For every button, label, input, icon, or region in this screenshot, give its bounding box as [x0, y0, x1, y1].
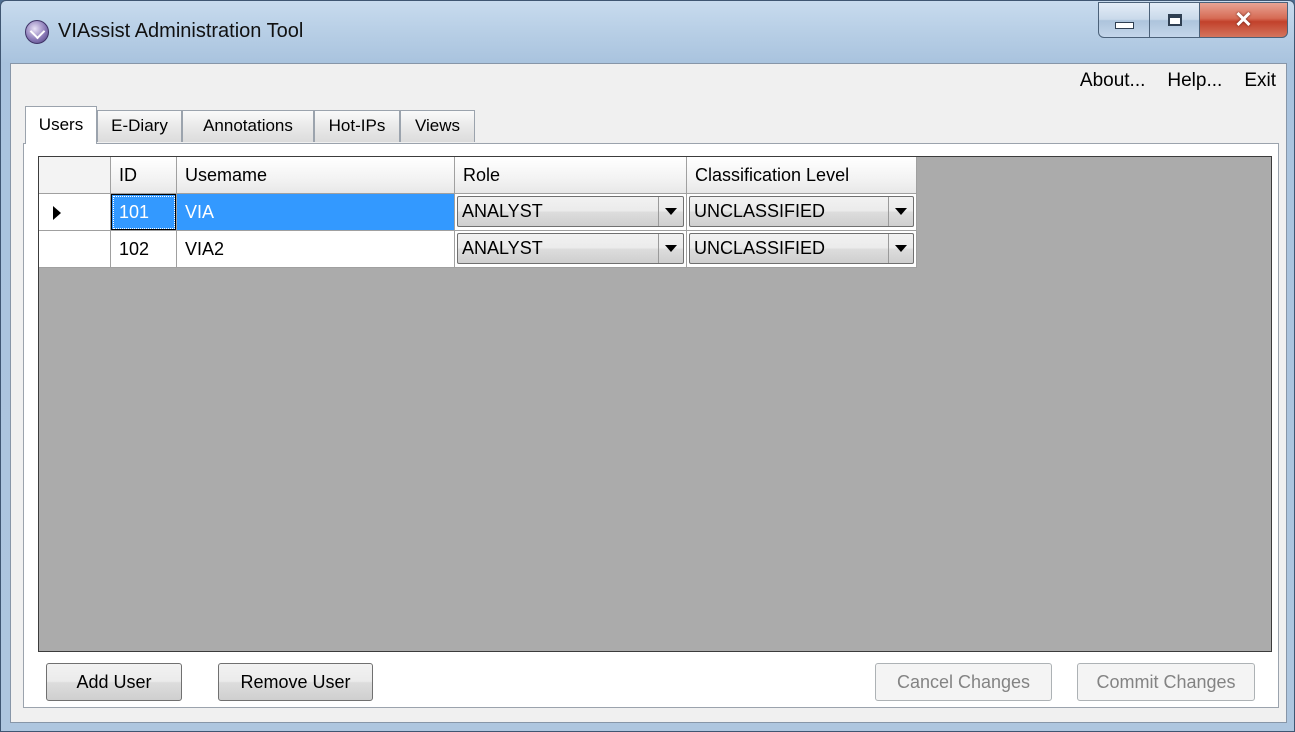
minimize-icon — [1114, 21, 1134, 29]
cell-classification: UNCLASSIFIED — [687, 194, 917, 231]
role-dropdown[interactable]: ANALYST — [457, 233, 684, 264]
viassist-app-icon — [25, 20, 49, 44]
commit-changes-button[interactable]: Commit Changes — [1077, 663, 1255, 701]
dropdown-arrow[interactable] — [888, 234, 913, 263]
client-area: About... Help... Exit Users E-Diary Anno… — [10, 63, 1287, 723]
chevron-down-icon — [665, 208, 677, 215]
dropdown-arrow[interactable] — [888, 197, 913, 226]
minimize-button[interactable] — [1098, 2, 1150, 38]
app-window: VIAssist Administration Tool ✕ About... … — [0, 0, 1295, 732]
column-header-id[interactable]: ID — [111, 157, 177, 194]
row-header[interactable] — [39, 231, 111, 268]
tab-annotations[interactable]: Annotations — [182, 110, 314, 142]
tab-users[interactable]: Users — [25, 106, 97, 144]
close-icon: ✕ — [1234, 7, 1253, 32]
cell-id[interactable]: 101 — [111, 194, 177, 231]
role-value: ANALYST — [462, 201, 543, 221]
cell-classification: UNCLASSIFIED — [687, 231, 917, 268]
classification-value: UNCLASSIFIED — [694, 201, 826, 221]
grid-header-row: ID Usemame Role Classification Level — [39, 157, 917, 194]
chevron-down-icon — [895, 208, 907, 215]
tab-views[interactable]: Views — [400, 110, 475, 142]
cancel-changes-button[interactable]: Cancel Changes — [875, 663, 1052, 701]
cell-username[interactable]: VIA2 — [177, 231, 455, 268]
remove-user-button[interactable]: Remove User — [218, 663, 373, 701]
row-header-corner[interactable] — [39, 157, 111, 194]
menu-about[interactable]: About... — [1080, 70, 1146, 92]
close-button[interactable]: ✕ — [1200, 2, 1288, 38]
classification-value: UNCLASSIFIED — [694, 238, 826, 258]
classification-dropdown[interactable]: UNCLASSIFIED — [689, 196, 914, 227]
users-grid[interactable]: ID Usemame Role Classification Level 101… — [38, 156, 1272, 652]
cell-role: ANALYST — [455, 231, 687, 268]
chevron-down-icon — [665, 245, 677, 252]
tab-e-diary[interactable]: E-Diary — [97, 110, 182, 142]
title-bar[interactable]: VIAssist Administration Tool ✕ — [1, 1, 1294, 63]
column-header-username[interactable]: Usemame — [177, 157, 455, 194]
add-user-button[interactable]: Add User — [46, 663, 182, 701]
maximize-icon — [1167, 14, 1182, 26]
column-header-role[interactable]: Role — [455, 157, 687, 194]
table-row[interactable]: 101 VIA ANALYST UNCLASSIFIED — [39, 194, 917, 231]
tab-hot-ips[interactable]: Hot-IPs — [314, 110, 400, 142]
menu-bar: About... Help... Exit — [1080, 70, 1276, 92]
table-row[interactable]: 102 VIA2 ANALYST UNCLASSIFIED — [39, 231, 917, 268]
chevron-down-icon — [895, 245, 907, 252]
caption-buttons: ✕ — [1098, 2, 1288, 38]
window-title: VIAssist Administration Tool — [58, 20, 304, 42]
cell-role: ANALYST — [455, 194, 687, 231]
cell-id[interactable]: 102 — [111, 231, 177, 268]
cell-username[interactable]: VIA — [177, 194, 455, 231]
role-value: ANALYST — [462, 238, 543, 258]
users-tab-page: ID Usemame Role Classification Level 101… — [23, 143, 1279, 708]
role-dropdown[interactable]: ANALYST — [457, 196, 684, 227]
current-row-arrow-icon — [53, 206, 61, 220]
dropdown-arrow[interactable] — [658, 234, 683, 263]
row-header[interactable] — [39, 194, 111, 231]
maximize-button[interactable] — [1150, 2, 1200, 38]
menu-exit[interactable]: Exit — [1244, 70, 1276, 92]
column-header-classification[interactable]: Classification Level — [687, 157, 917, 194]
menu-help[interactable]: Help... — [1167, 70, 1222, 92]
classification-dropdown[interactable]: UNCLASSIFIED — [689, 233, 914, 264]
dropdown-arrow[interactable] — [658, 197, 683, 226]
